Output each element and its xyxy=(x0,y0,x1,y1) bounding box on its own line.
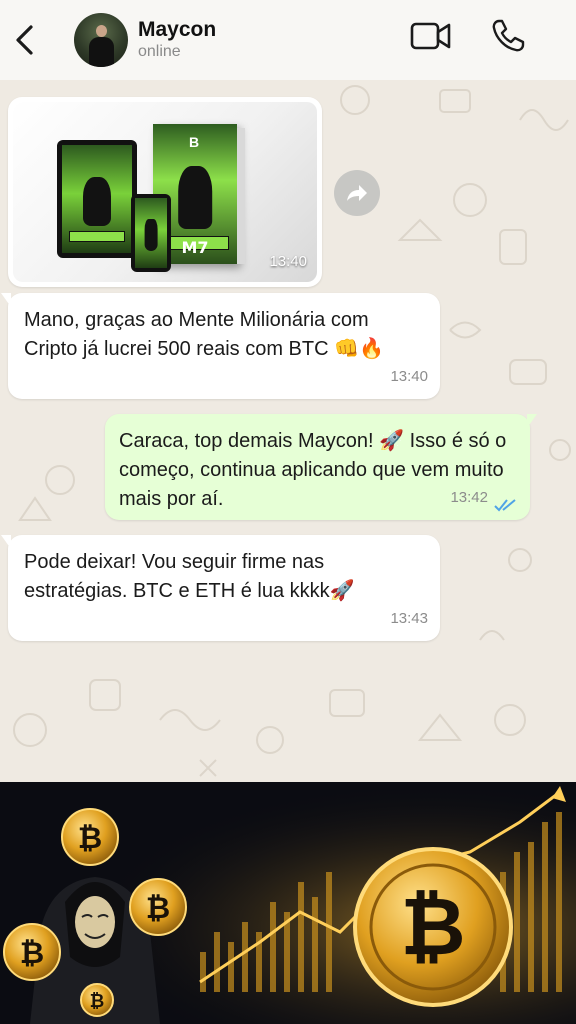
image-message[interactable]: B M7 13:40 xyxy=(8,97,322,287)
bitcoin-banner-art: ₿ ₿ ₿ ₿ ₿ xyxy=(0,782,576,1024)
chat-header: Maycon online xyxy=(0,0,576,80)
video-call-icon[interactable] xyxy=(410,18,452,54)
svg-text:₿: ₿ xyxy=(78,821,102,856)
outgoing-message[interactable]: Caraca, top demais Maycon! 🚀 Isso é só o… xyxy=(105,414,537,520)
forward-icon xyxy=(347,185,367,201)
tablet-mockup xyxy=(57,140,137,258)
message-time: 13:40 xyxy=(390,368,428,385)
book-logo: M7 xyxy=(181,238,209,257)
forward-button[interactable] xyxy=(334,170,380,216)
contact-status: online xyxy=(138,43,181,60)
message-time: 13:43 xyxy=(390,610,428,627)
contact-name: Maycon xyxy=(138,18,217,41)
incoming-message[interactable]: Pode deixar! Vou seguir firme nas estrat… xyxy=(1,535,440,641)
avatar[interactable] xyxy=(74,13,128,67)
back-arrow-icon xyxy=(16,25,33,55)
svg-text:₿: ₿ xyxy=(146,891,170,926)
bitcoin-coin-large: ₿ xyxy=(353,847,513,1007)
svg-text:₿: ₿ xyxy=(400,880,465,973)
message-time: 13:42 xyxy=(450,489,488,506)
phone-call-icon[interactable] xyxy=(490,18,526,54)
chat-area[interactable]: B M7 13:40 Mano, graças ao Mente Milioná… xyxy=(0,80,576,782)
phone-mockup xyxy=(131,194,171,272)
message-text: Mano, graças ao Mente Milionária com Cri… xyxy=(24,309,384,360)
svg-text:₿: ₿ xyxy=(20,936,44,971)
message-time: 13:40 xyxy=(269,253,307,270)
read-receipt-icon xyxy=(494,499,516,512)
message-text: Caraca, top demais Maycon! 🚀 Isso é só o… xyxy=(119,430,507,510)
crypto-banner: ₿ ₿ ₿ ₿ ₿ xyxy=(0,782,576,1024)
svg-text:₿: ₿ xyxy=(90,991,105,1012)
book-badge: B xyxy=(189,134,200,150)
product-image[interactable]: B M7 13:40 xyxy=(13,102,317,282)
incoming-message[interactable]: Mano, graças ao Mente Milionária com Cri… xyxy=(1,293,440,399)
message-text: Pode deixar! Vou seguir firme nas estrat… xyxy=(24,551,355,602)
back-button[interactable] xyxy=(0,0,50,80)
contact-info[interactable]: Maycon online xyxy=(138,18,216,62)
